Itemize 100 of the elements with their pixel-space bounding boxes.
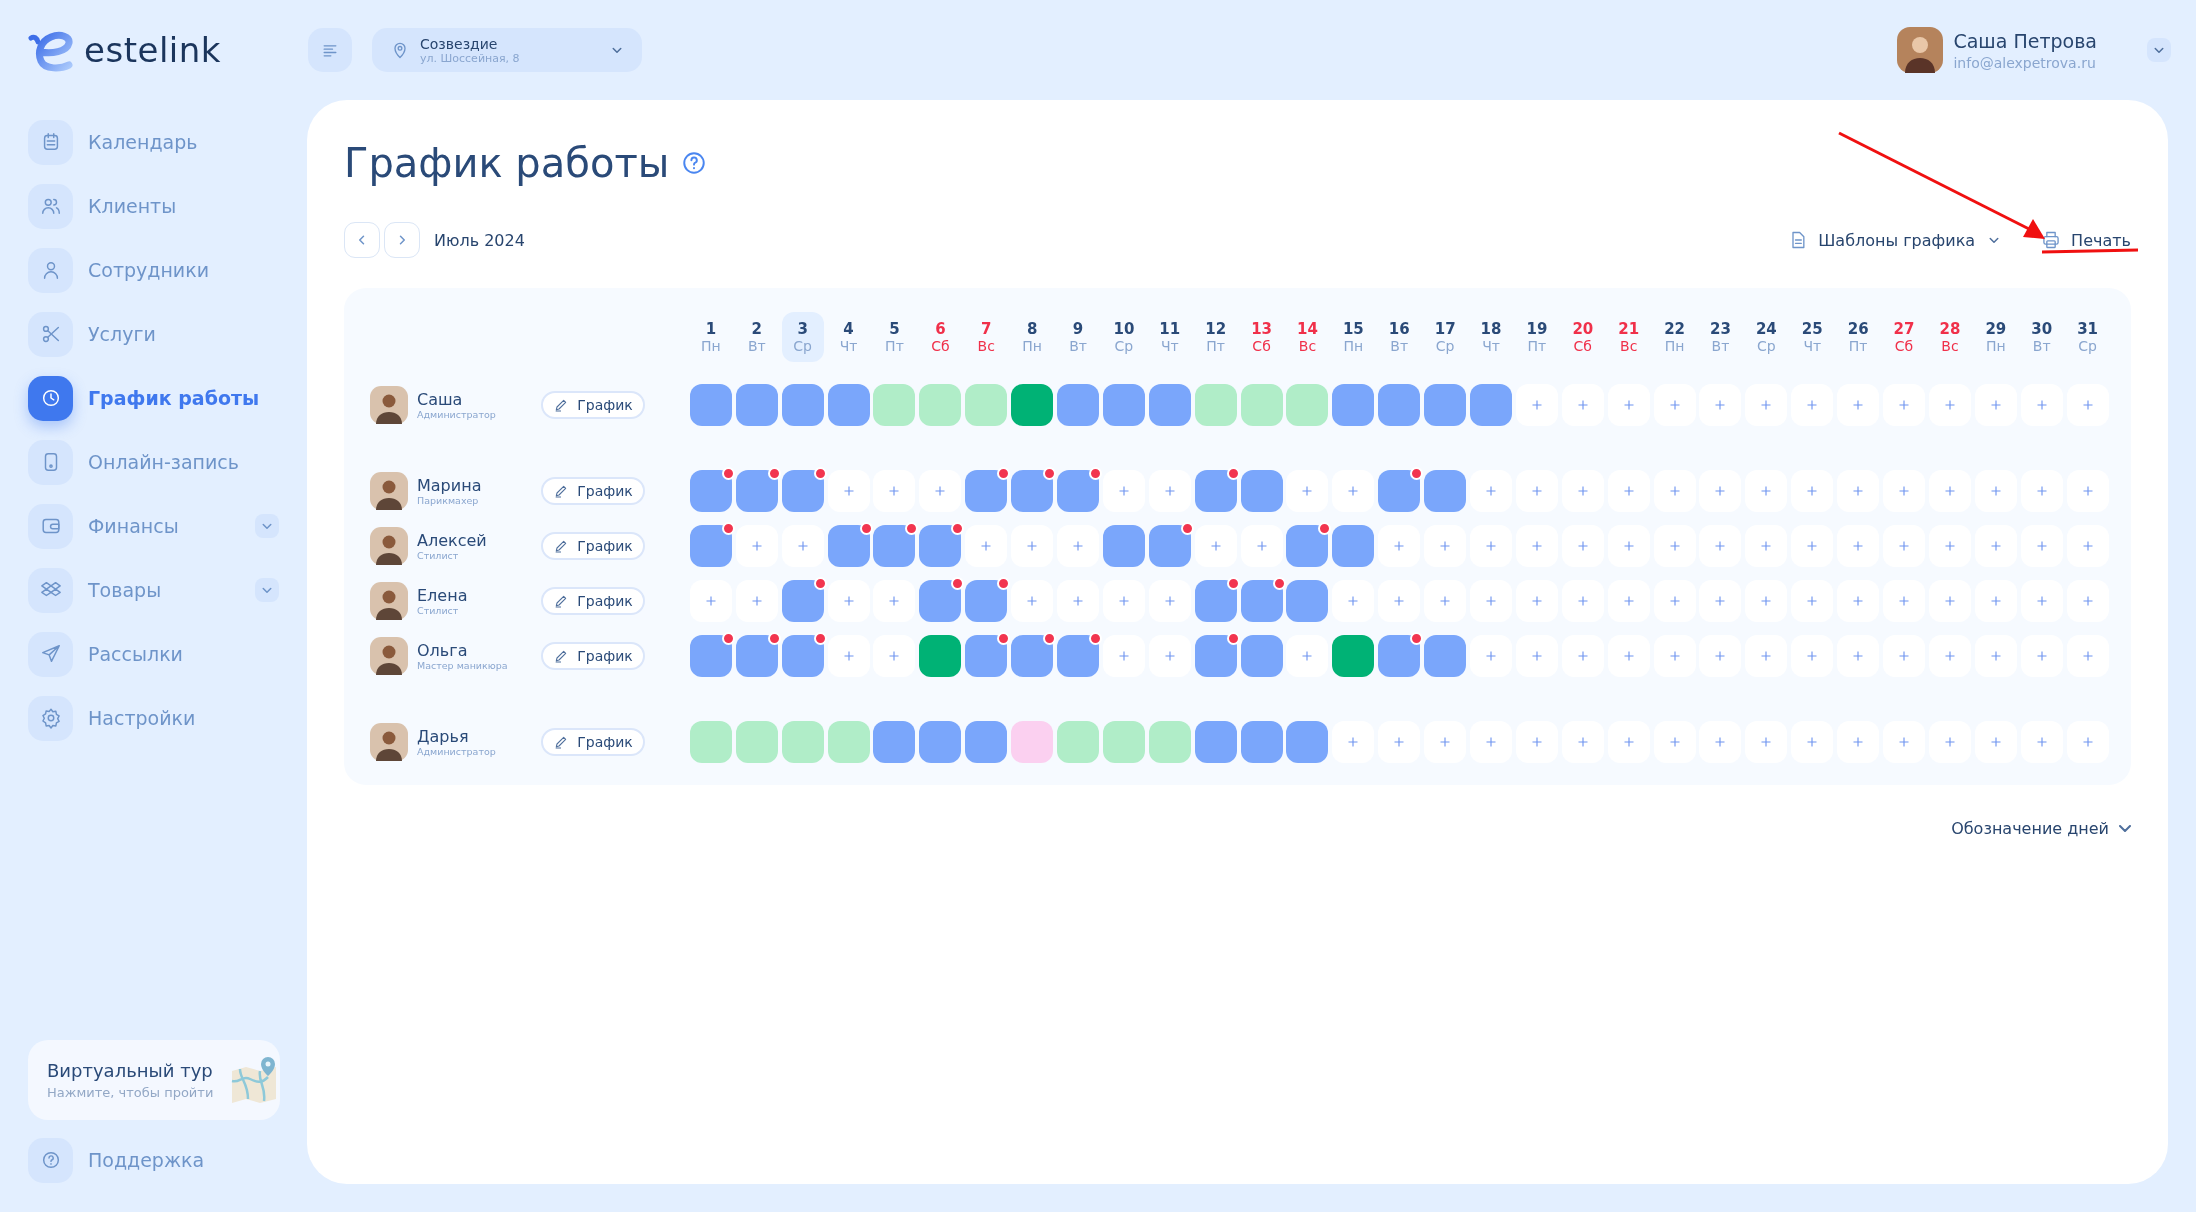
shift-cell[interactable] xyxy=(689,635,732,677)
add-shift-button[interactable] xyxy=(2020,635,2063,677)
shift-cell[interactable] xyxy=(1194,635,1237,677)
shift-cell[interactable] xyxy=(689,470,732,512)
add-shift-button[interactable] xyxy=(1561,635,1604,677)
virtual-tour-card[interactable]: Виртуальный тур Нажмите, чтобы пройти xyxy=(28,1040,280,1120)
add-shift-button[interactable] xyxy=(1470,635,1513,677)
add-shift-button[interactable] xyxy=(2066,470,2109,512)
schedule-button[interactable]: График xyxy=(541,728,645,756)
add-shift-button[interactable] xyxy=(2020,384,2063,426)
shift-cell[interactable] xyxy=(1102,384,1145,426)
add-shift-button[interactable] xyxy=(1837,721,1880,763)
add-shift-button[interactable] xyxy=(1424,580,1467,622)
add-shift-button[interactable] xyxy=(1102,580,1145,622)
shift-cell[interactable] xyxy=(1148,525,1191,567)
shift-cell[interactable] xyxy=(1378,384,1421,426)
schedule-button[interactable]: График xyxy=(541,532,645,560)
add-shift-button[interactable] xyxy=(873,635,916,677)
shift-cell[interactable] xyxy=(1470,384,1513,426)
shift-cell[interactable] xyxy=(919,580,962,622)
add-shift-button[interactable] xyxy=(1974,525,2017,567)
shift-cell[interactable] xyxy=(919,384,962,426)
shift-cell[interactable] xyxy=(873,384,916,426)
schedule-button[interactable]: График xyxy=(541,477,645,505)
shift-cell[interactable] xyxy=(689,384,732,426)
add-shift-button[interactable] xyxy=(1837,525,1880,567)
add-shift-button[interactable] xyxy=(1011,525,1054,567)
add-shift-button[interactable] xyxy=(2066,525,2109,567)
schedule-button[interactable]: График xyxy=(541,587,645,615)
add-shift-button[interactable] xyxy=(1470,470,1513,512)
shift-cell[interactable] xyxy=(1240,580,1283,622)
help-icon[interactable] xyxy=(681,150,708,176)
add-shift-button[interactable] xyxy=(1653,635,1696,677)
shift-cell[interactable] xyxy=(1194,470,1237,512)
add-shift-button[interactable] xyxy=(1607,721,1650,763)
add-shift-button[interactable] xyxy=(1057,525,1099,567)
add-shift-button[interactable] xyxy=(1699,580,1742,622)
shift-cell[interactable] xyxy=(781,635,824,677)
shift-cell[interactable] xyxy=(735,384,778,426)
add-shift-button[interactable] xyxy=(1791,635,1834,677)
add-shift-button[interactable] xyxy=(1791,470,1834,512)
add-shift-button[interactable] xyxy=(1470,525,1513,567)
shift-cell[interactable] xyxy=(1240,635,1283,677)
add-shift-button[interactable] xyxy=(1974,635,2017,677)
shift-cell[interactable] xyxy=(965,384,1008,426)
add-shift-button[interactable] xyxy=(1699,384,1742,426)
print-button[interactable]: Печать xyxy=(2041,230,2131,250)
add-shift-button[interactable] xyxy=(873,470,916,512)
add-shift-button[interactable] xyxy=(1561,580,1604,622)
add-shift-button[interactable] xyxy=(1837,470,1880,512)
shift-cell[interactable] xyxy=(1286,384,1329,426)
shift-cell[interactable] xyxy=(965,580,1008,622)
shift-cell[interactable] xyxy=(1332,525,1375,567)
shift-cell[interactable] xyxy=(689,721,732,763)
shift-cell[interactable] xyxy=(781,470,824,512)
add-shift-button[interactable] xyxy=(1699,470,1742,512)
add-shift-button[interactable] xyxy=(1607,580,1650,622)
add-shift-button[interactable] xyxy=(2066,635,2109,677)
shift-cell[interactable] xyxy=(1286,525,1329,567)
shift-cell[interactable] xyxy=(781,721,824,763)
add-shift-button[interactable] xyxy=(1928,525,1971,567)
add-shift-button[interactable] xyxy=(1883,525,1926,567)
add-shift-button[interactable] xyxy=(1974,470,2017,512)
add-shift-button[interactable] xyxy=(1883,635,1926,677)
add-shift-button[interactable] xyxy=(1470,580,1513,622)
add-shift-button[interactable] xyxy=(1424,721,1467,763)
account-menu-button[interactable] xyxy=(2147,38,2171,62)
shift-cell[interactable] xyxy=(827,384,870,426)
shift-cell[interactable] xyxy=(919,635,962,677)
add-shift-button[interactable] xyxy=(1791,525,1834,567)
add-shift-button[interactable] xyxy=(1378,721,1421,763)
add-shift-button[interactable] xyxy=(1424,525,1467,567)
shift-cell[interactable] xyxy=(1057,384,1099,426)
add-shift-button[interactable] xyxy=(1928,580,1971,622)
add-shift-button[interactable] xyxy=(1653,470,1696,512)
shift-cell[interactable] xyxy=(1194,721,1237,763)
shift-cell[interactable] xyxy=(1378,470,1421,512)
add-shift-button[interactable] xyxy=(1561,384,1604,426)
shift-cell[interactable] xyxy=(1424,470,1467,512)
shift-cell[interactable] xyxy=(1011,721,1054,763)
add-shift-button[interactable] xyxy=(1515,580,1558,622)
add-shift-button[interactable] xyxy=(1745,384,1788,426)
add-shift-button[interactable] xyxy=(1883,580,1926,622)
add-shift-button[interactable] xyxy=(1745,470,1788,512)
shift-cell[interactable] xyxy=(919,721,962,763)
avatar[interactable] xyxy=(1897,27,1944,73)
shift-cell[interactable] xyxy=(1286,580,1329,622)
add-shift-button[interactable] xyxy=(2020,721,2063,763)
shift-cell[interactable] xyxy=(965,635,1008,677)
add-shift-button[interactable] xyxy=(1928,384,1971,426)
shift-cell[interactable] xyxy=(1240,384,1283,426)
shift-cell[interactable] xyxy=(1240,721,1283,763)
shift-cell[interactable] xyxy=(781,384,824,426)
add-shift-button[interactable] xyxy=(1515,635,1558,677)
add-shift-button[interactable] xyxy=(1791,580,1834,622)
add-shift-button[interactable] xyxy=(1837,384,1880,426)
next-month-button[interactable] xyxy=(384,222,420,258)
shift-cell[interactable] xyxy=(919,525,962,567)
shift-cell[interactable] xyxy=(827,525,870,567)
shift-cell[interactable] xyxy=(1011,384,1054,426)
